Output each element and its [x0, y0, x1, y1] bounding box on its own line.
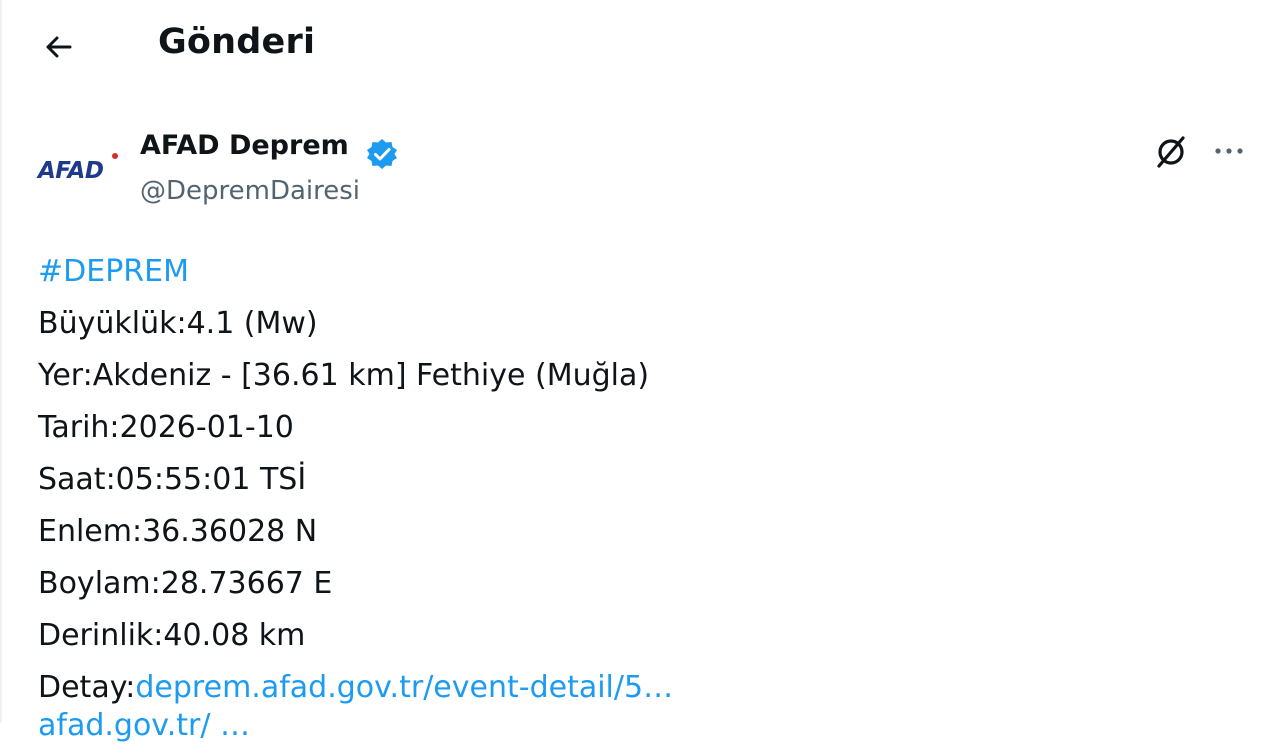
- grok-icon: [1157, 136, 1185, 168]
- magnitude-line: Büyüklük:4.1 (Mw): [38, 306, 318, 341]
- more-options-button[interactable]: [1206, 132, 1252, 172]
- back-button[interactable]: [32, 22, 86, 72]
- back-arrow-icon: [46, 36, 72, 58]
- afad-logo-text: AFAD: [38, 158, 104, 184]
- author-handle[interactable]: @DepremDairesi: [140, 176, 360, 206]
- longitude-line: Boylam:28.73667 E: [38, 566, 333, 601]
- page-header: Gönderi: [0, 0, 1280, 96]
- left-border: [0, 0, 2, 723]
- depth-line: Derinlik:40.08 km: [38, 618, 306, 653]
- afad-logo-dot: [112, 153, 118, 159]
- avatar[interactable]: AFAD: [34, 134, 122, 212]
- grok-button[interactable]: [1148, 132, 1194, 172]
- tweet-text: #DEPREM Büyüklük:4.1 (Mw) Yer:Akdeniz - …: [38, 246, 1258, 714]
- time-line: Saat:05:55:01 TSİ: [38, 462, 307, 497]
- latitude-line: Enlem:36.36028 N: [38, 514, 318, 549]
- more-horizontal-icon: [1215, 148, 1243, 154]
- next-link-partial[interactable]: afad.gov.tr/ …: [38, 700, 250, 752]
- page-title: Gönderi: [158, 22, 316, 62]
- author-display-name[interactable]: AFAD Deprem: [140, 130, 349, 161]
- verified-badge-icon: [367, 139, 397, 169]
- hashtag-link[interactable]: #DEPREM: [38, 246, 1258, 298]
- date-line: Tarih:2026-01-10: [38, 410, 294, 445]
- location-line: Yer:Akdeniz - [36.61 km] Fethiye (Muğla): [38, 358, 650, 393]
